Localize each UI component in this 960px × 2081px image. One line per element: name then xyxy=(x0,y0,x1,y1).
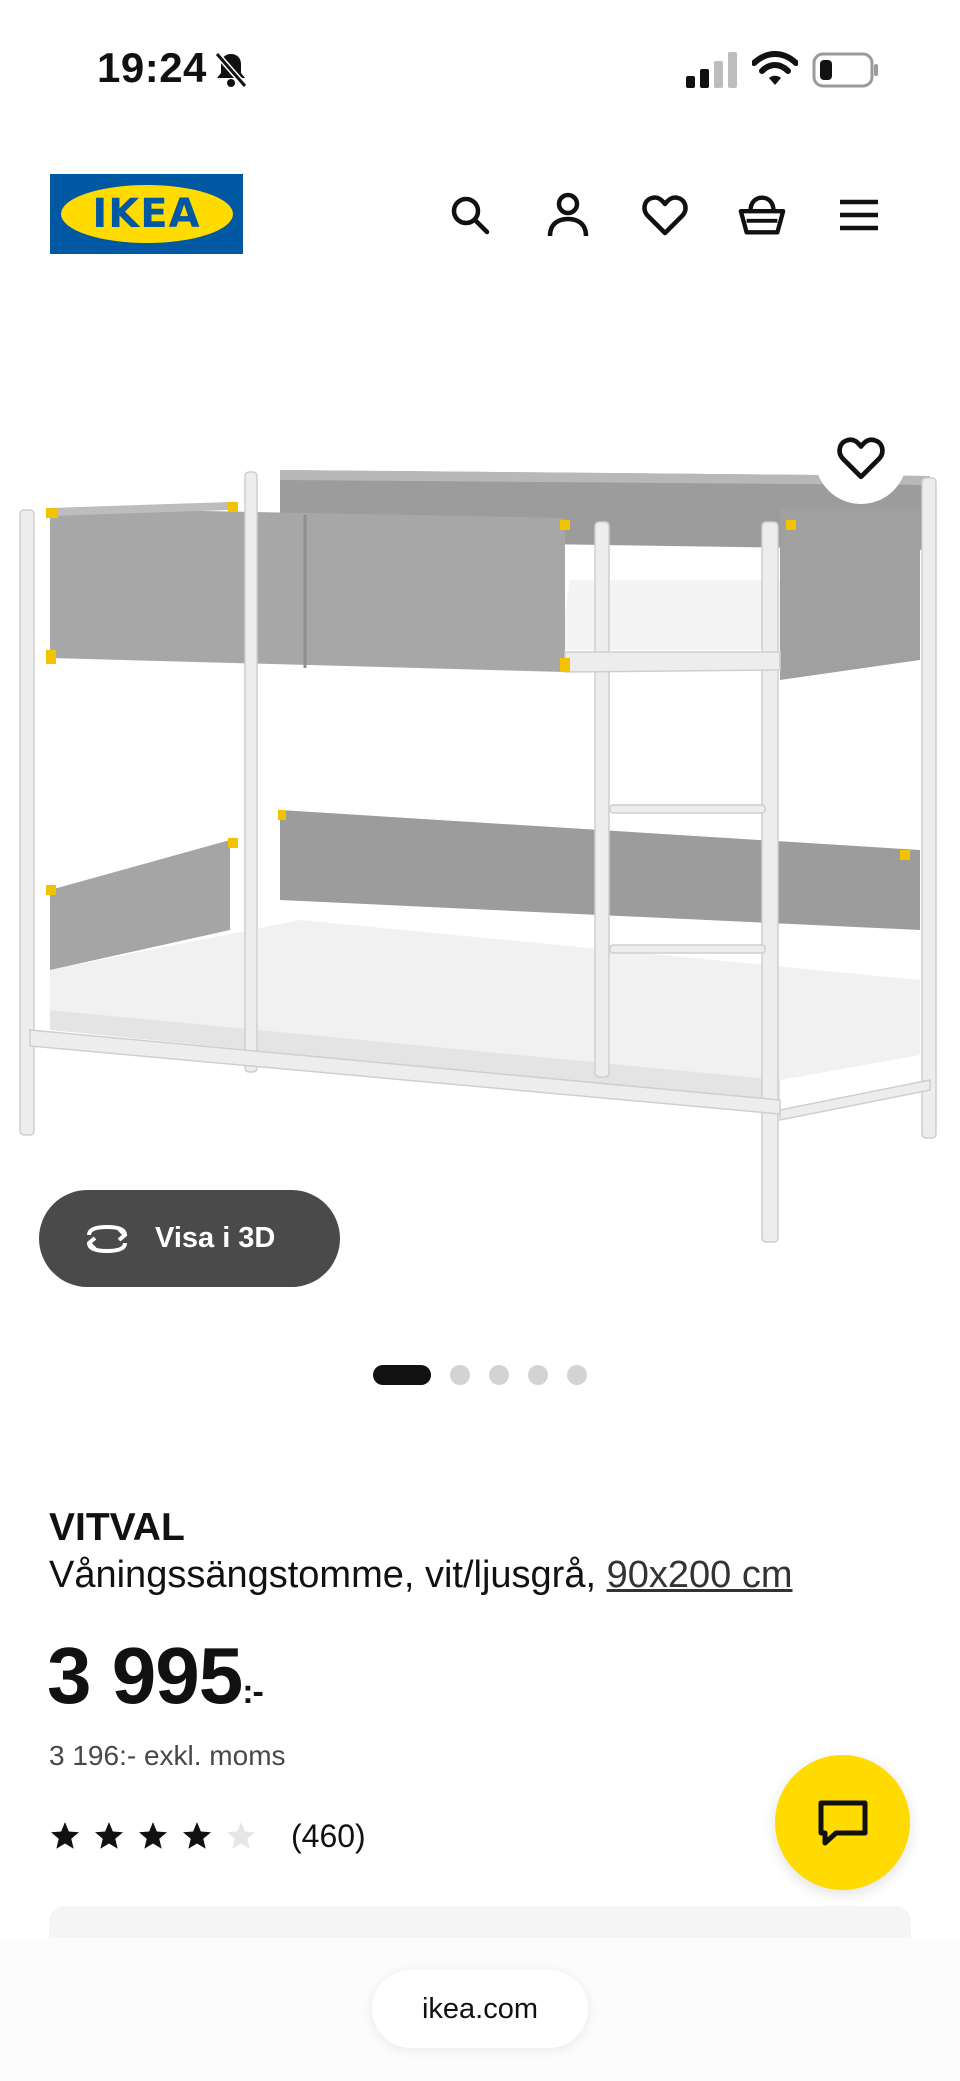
product-description-text: Våningssängstomme, vit/ljusgrå, xyxy=(49,1554,597,1596)
ikea-logo[interactable]: IKEA xyxy=(50,174,243,254)
product-brand: VITVAL xyxy=(49,1506,185,1549)
price-excl-vat: 3 196:- exkl. moms xyxy=(49,1740,286,1771)
pagination-dot-1[interactable] xyxy=(373,1365,431,1385)
url-bar[interactable]: ikea.com xyxy=(372,1970,588,2048)
basket-icon[interactable] xyxy=(737,190,787,240)
star-filled-icon xyxy=(139,1822,167,1849)
star-filled-icon xyxy=(95,1822,123,1849)
product-price: 3 995:- xyxy=(47,1636,264,1716)
pagination-dot-2[interactable] xyxy=(450,1365,470,1385)
search-icon[interactable] xyxy=(445,190,495,240)
pagination-dot-5[interactable] xyxy=(567,1365,587,1385)
logo-oval: IKEA xyxy=(60,185,233,243)
size-link[interactable]: 90x200 cm xyxy=(607,1554,793,1596)
bell-muted-icon xyxy=(214,52,248,88)
battery-icon xyxy=(812,52,878,88)
review-count[interactable]: (460) xyxy=(291,1818,366,1855)
rotate-3d-icon xyxy=(87,1224,127,1253)
pagination-dot-3[interactable] xyxy=(489,1365,509,1385)
account-icon[interactable] xyxy=(543,190,593,240)
view-in-3d-label: Visa i 3D xyxy=(155,1222,276,1254)
info-card-top xyxy=(49,1906,911,1938)
favorite-button[interactable] xyxy=(815,412,907,504)
menu-icon[interactable] xyxy=(834,190,884,240)
heart-outline-icon xyxy=(837,437,885,480)
rating-row[interactable]: (460) xyxy=(49,1816,366,1856)
product-description: Våningssängstomme, vit/ljusgrå, 90x200 c… xyxy=(49,1554,792,1597)
star-empty-icon xyxy=(227,1822,255,1849)
chat-bubble-icon xyxy=(818,1800,867,1845)
heart-icon[interactable] xyxy=(640,190,690,240)
logo-text: IKEA xyxy=(92,191,201,237)
wifi-icon xyxy=(752,51,798,85)
price-main: 3 995 xyxy=(47,1631,243,1720)
star-filled-icon xyxy=(183,1822,211,1849)
image-pagination xyxy=(373,1365,587,1385)
price-suffix: :- xyxy=(242,1673,264,1711)
product-image-bunk-bed[interactable] xyxy=(0,390,960,1330)
chat-button[interactable] xyxy=(775,1755,910,1890)
signal-icon xyxy=(686,52,737,88)
pagination-dot-4[interactable] xyxy=(528,1365,548,1385)
site-header: IKEA xyxy=(0,150,960,280)
view-in-3d-button[interactable]: Visa i 3D xyxy=(39,1190,340,1287)
status-bar: 19:24 xyxy=(0,0,960,140)
status-time: 19:24 xyxy=(97,44,207,91)
star-filled-icon xyxy=(51,1822,79,1849)
